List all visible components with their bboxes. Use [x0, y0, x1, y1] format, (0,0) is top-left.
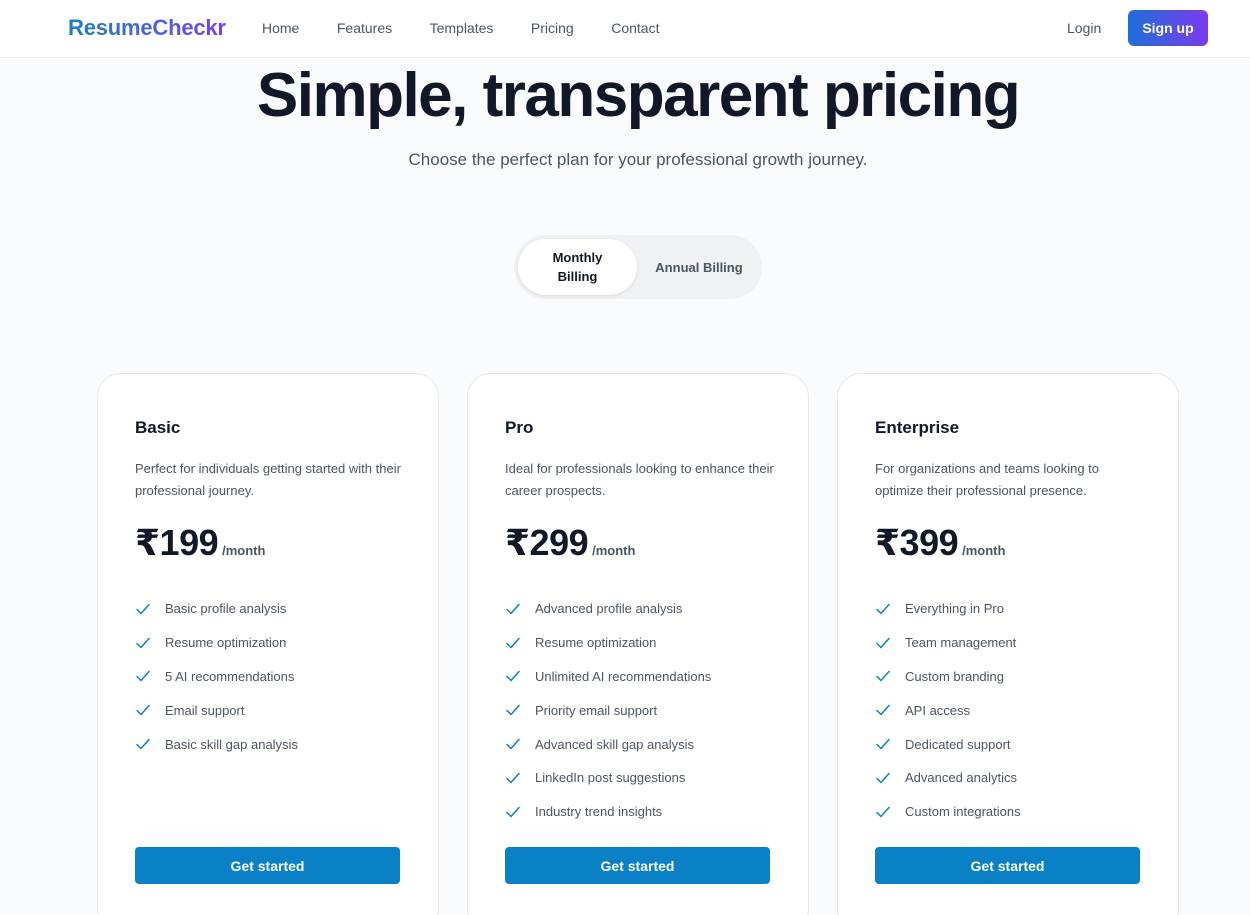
- get-started-button-basic[interactable]: Get started: [135, 847, 400, 884]
- page-subtitle: Choose the perfect plan for your profess…: [408, 150, 868, 169]
- plan-card-pro: Pro Ideal for professionals looking to e…: [467, 373, 809, 915]
- annual-billing-option[interactable]: Annual Billing: [644, 239, 754, 295]
- feature-item: Advanced profile analysis: [505, 592, 711, 626]
- login-link[interactable]: Login: [1067, 20, 1101, 36]
- feature-label: Dedicated support: [905, 736, 1011, 752]
- nav-links: Home Features Templates Pricing Contact: [262, 20, 697, 36]
- nav-link-contact[interactable]: Contact: [611, 20, 659, 36]
- check-icon: [876, 637, 890, 648]
- check-icon: [136, 705, 150, 716]
- plan-description: Perfect for individuals getting started …: [135, 461, 401, 498]
- feature-item: Team management: [875, 626, 1021, 660]
- plan-card-basic: Basic Perfect for individuals getting st…: [97, 373, 439, 915]
- feature-item: Resume optimization: [135, 626, 298, 660]
- check-icon: [876, 806, 890, 817]
- plan-price: ₹399: [875, 522, 959, 563]
- check-icon: [136, 671, 150, 682]
- monthly-billing-option[interactable]: Monthly Billing: [518, 239, 637, 295]
- nav-link-pricing[interactable]: Pricing: [531, 20, 574, 36]
- feature-item: Custom integrations: [875, 795, 1021, 829]
- feature-label: Unlimited AI recommendations: [535, 668, 712, 684]
- check-icon: [876, 603, 890, 615]
- feature-label: 5 AI recommendations: [165, 668, 295, 684]
- plan-name: Pro: [505, 418, 534, 437]
- feature-item: Dedicated support: [875, 727, 1021, 761]
- plan-description: Ideal for professionals looking to enhan…: [505, 461, 774, 498]
- feature-item: Unlimited AI recommendations: [505, 660, 711, 694]
- feature-label: Custom branding: [905, 668, 1004, 684]
- plan-period: /month: [592, 543, 636, 558]
- signup-button[interactable]: Sign up: [1128, 10, 1208, 46]
- check-icon: [506, 772, 520, 784]
- plan-price-row: ₹199 /month: [135, 522, 265, 564]
- check-icon: [506, 603, 520, 615]
- plan-period: /month: [222, 543, 266, 558]
- feature-label: Resume optimization: [165, 635, 287, 651]
- feature-item: Industry trend insights: [505, 795, 711, 829]
- plan-price: ₹199: [135, 522, 219, 563]
- feature-label: Custom integrations: [905, 804, 1021, 820]
- feature-list: Basic profile analysis Resume optimizatio…: [135, 592, 298, 761]
- feature-item: Advanced analytics: [875, 761, 1021, 795]
- plan-price-row: ₹299 /month: [505, 522, 635, 564]
- feature-label: Resume optimization: [535, 635, 657, 651]
- brand-logo[interactable]: ResumeCheckr: [68, 15, 226, 41]
- top-nav: ResumeCheckr Home Features Templates Pri…: [0, 0, 1250, 58]
- check-icon: [876, 705, 890, 716]
- plan-name: Enterprise: [875, 418, 960, 437]
- check-icon: [136, 603, 150, 615]
- plan-card-enterprise: Enterprise For organizations and teams l…: [837, 373, 1179, 915]
- nav-link-home[interactable]: Home: [262, 20, 299, 36]
- feature-item: LinkedIn post suggestions: [505, 761, 711, 795]
- feature-label: LinkedIn post suggestions: [535, 770, 686, 786]
- check-icon: [506, 806, 520, 817]
- plan-name: Basic: [135, 418, 181, 437]
- page-title: Simple, transparent pricing: [256, 61, 1021, 130]
- check-icon: [136, 637, 150, 648]
- feature-item: Custom branding: [875, 660, 1021, 694]
- feature-item: Priority email support: [505, 693, 711, 727]
- feature-label: Team management: [905, 635, 1017, 651]
- feature-label: Priority email support: [535, 702, 658, 718]
- check-icon: [876, 671, 890, 682]
- plan-description: For organizations and teams looking to o…: [875, 461, 1100, 498]
- feature-list: Advanced profile analysis Resume optimiza…: [505, 592, 711, 829]
- feature-label: Advanced skill gap analysis: [535, 736, 694, 752]
- check-icon: [506, 637, 520, 648]
- feature-label: Email support: [165, 702, 245, 718]
- plan-price-row: ₹399 /month: [875, 522, 1005, 564]
- feature-label: Industry trend insights: [535, 804, 663, 820]
- feature-list: Everything in Pro Team management Custom b…: [875, 592, 1021, 829]
- check-icon: [136, 738, 150, 750]
- nav-link-templates[interactable]: Templates: [430, 20, 494, 36]
- feature-label: Everything in Pro: [905, 601, 1004, 617]
- nav-link-features[interactable]: Features: [337, 20, 392, 36]
- feature-label: Advanced analytics: [905, 770, 1018, 786]
- check-icon: [506, 705, 520, 716]
- billing-toggle: Monthly Billing Annual Billing: [514, 235, 762, 299]
- get-started-button-pro[interactable]: Get started: [505, 847, 770, 884]
- get-started-button-enterprise[interactable]: Get started: [875, 847, 1140, 884]
- check-icon: [506, 738, 520, 750]
- plan-period: /month: [962, 543, 1006, 558]
- feature-label: Advanced profile analysis: [535, 601, 683, 617]
- feature-item: API access: [875, 693, 1021, 727]
- monthly-billing-label: Monthly Billing: [552, 250, 603, 284]
- check-icon: [506, 671, 520, 682]
- feature-item: Email support: [135, 693, 298, 727]
- feature-label: Basic profile analysis: [165, 601, 287, 617]
- plan-price: ₹299: [505, 522, 589, 563]
- feature-label: API access: [905, 702, 971, 718]
- feature-item: Basic skill gap analysis: [135, 727, 298, 761]
- feature-label: Basic skill gap analysis: [165, 736, 298, 752]
- check-icon: [876, 738, 890, 750]
- feature-item: Resume optimization: [505, 626, 711, 660]
- annual-billing-label: Annual Billing: [655, 259, 743, 275]
- feature-item: 5 AI recommendations: [135, 660, 298, 694]
- feature-item: Advanced skill gap analysis: [505, 727, 711, 761]
- feature-item: Basic profile analysis: [135, 592, 298, 626]
- check-icon: [876, 772, 890, 784]
- feature-item: Everything in Pro: [875, 592, 1021, 626]
